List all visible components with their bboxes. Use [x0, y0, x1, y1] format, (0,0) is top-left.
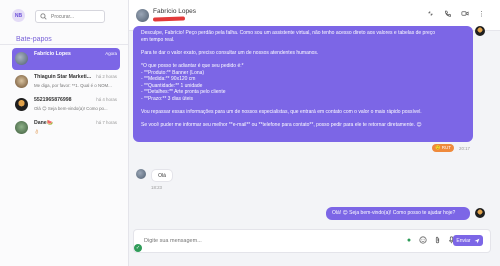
- message-line: - **Detalhes:** Arte pronta pelo cliente: [141, 89, 226, 96]
- phone-icon[interactable]: [443, 10, 452, 21]
- contact-avatar: [15, 52, 28, 65]
- chat-sidebar: NB Bate-papos Fabrício Lopes Agora Thiag…: [0, 0, 129, 266]
- message-gap: [141, 43, 465, 50]
- chat-list-item[interactable]: Fabrício Lopes Agora: [12, 48, 120, 70]
- message-input[interactable]: [142, 237, 396, 245]
- message-line: Vou repassar essas informações para um d…: [141, 109, 422, 116]
- whatsapp-icon[interactable]: ●: [405, 236, 413, 247]
- chat-name: 5521965876998: [34, 97, 72, 103]
- contact-name: Fabrício Lopes: [153, 8, 196, 15]
- chat-name: Thiaguin Star Marketi...: [34, 74, 92, 80]
- message-line: *O que posso te adiantar é que seu pedid…: [141, 62, 244, 69]
- message-line: - **Prazo:** 3 dias úteis: [141, 95, 193, 102]
- chat-time: Agora: [105, 51, 117, 56]
- message-line: em tempo real.: [141, 36, 175, 43]
- rating-badge[interactable]: 🙂 RUT: [432, 144, 454, 152]
- chats-section-title: Bate-papos: [16, 36, 52, 43]
- message-time: 18:23: [151, 185, 162, 190]
- chat-time: há 2 horas: [96, 74, 117, 79]
- message-gap: [141, 56, 465, 63]
- divider: [0, 44, 128, 45]
- redaction-mark: [152, 16, 186, 22]
- send-icon: [474, 238, 479, 243]
- message-line: Desculpe, Fabrício! Peço perdão pela fal…: [141, 30, 436, 36]
- send-button[interactable]: Enviar: [453, 235, 483, 246]
- message-composer: ● Enviar: [133, 229, 491, 253]
- chat-name: Dane🍉: [34, 120, 54, 126]
- outgoing-message: Olá! 😊 Seja bem-vindo(a)! Como posso te …: [326, 207, 470, 220]
- more-icon[interactable]: ⋮: [477, 10, 486, 21]
- chat-preview: 👌🏻: [34, 129, 40, 134]
- chat-time: há 4 horas: [96, 97, 117, 102]
- compress-icon[interactable]: [426, 10, 435, 21]
- chat-name: Fabrício Lopes: [34, 51, 71, 57]
- message-line: - **Quantidade:** 1 unidade: [141, 82, 203, 89]
- bot-avatar: [475, 26, 485, 36]
- search-box[interactable]: [35, 10, 105, 23]
- message-line: - **Produto:** Banner (Lona): [141, 69, 205, 76]
- contact-avatar: [15, 121, 28, 134]
- bot-avatar: [475, 208, 485, 218]
- video-icon[interactable]: [460, 10, 469, 21]
- emoji-icon[interactable]: [419, 236, 427, 247]
- attach-icon[interactable]: [433, 236, 441, 247]
- contact-avatar: [15, 98, 28, 111]
- sidebar-top: NB: [0, 0, 128, 30]
- chat-list-item[interactable]: Thiaguin Star Marketi... há 2 horas Me d…: [12, 71, 120, 93]
- chat-preview: Olá 😊 Seja bem-vindo(a)! Como po...: [34, 106, 108, 111]
- user-avatar[interactable]: NB: [12, 9, 25, 22]
- contact-avatar: [15, 75, 28, 88]
- header-actions: ⋮: [426, 10, 486, 21]
- outgoing-message: Desculpe, Fabrício! Peço perdão pela fal…: [133, 26, 473, 142]
- message-line: Para te dar o valor exato, preciso consu…: [141, 49, 319, 56]
- send-label: Enviar: [456, 237, 471, 244]
- message-line: - **Medida:** 90x120 cm: [141, 76, 196, 83]
- contact-avatar: [136, 169, 146, 179]
- chat-preview: Me diga, por favor: **1. Qual é o NOM...: [34, 83, 112, 88]
- incoming-message: Olá: [151, 169, 173, 182]
- chat-list-item[interactable]: Dane🍉 há 7 horas 👌🏻: [12, 117, 120, 139]
- message-gap: [141, 116, 465, 123]
- search-input[interactable]: [48, 13, 101, 20]
- contact-avatar[interactable]: [136, 9, 149, 22]
- message-gap: [141, 103, 465, 110]
- chat-list-item[interactable]: 5521965876998 há 4 horas Olá 😊 Seja bem-…: [12, 94, 120, 116]
- chat-time: há 7 horas: [96, 120, 117, 125]
- composer-actions: ●: [405, 236, 455, 247]
- message-line: Se você puder me informar seu melhor **e…: [141, 122, 422, 129]
- search-icon: [40, 12, 48, 21]
- conversation-panel: Fabrício Lopes ⋮ Desculpe, Fabrício! Peç…: [129, 0, 500, 266]
- message-time: 20:17: [459, 146, 470, 151]
- status-badge-icon[interactable]: ✓: [134, 244, 142, 252]
